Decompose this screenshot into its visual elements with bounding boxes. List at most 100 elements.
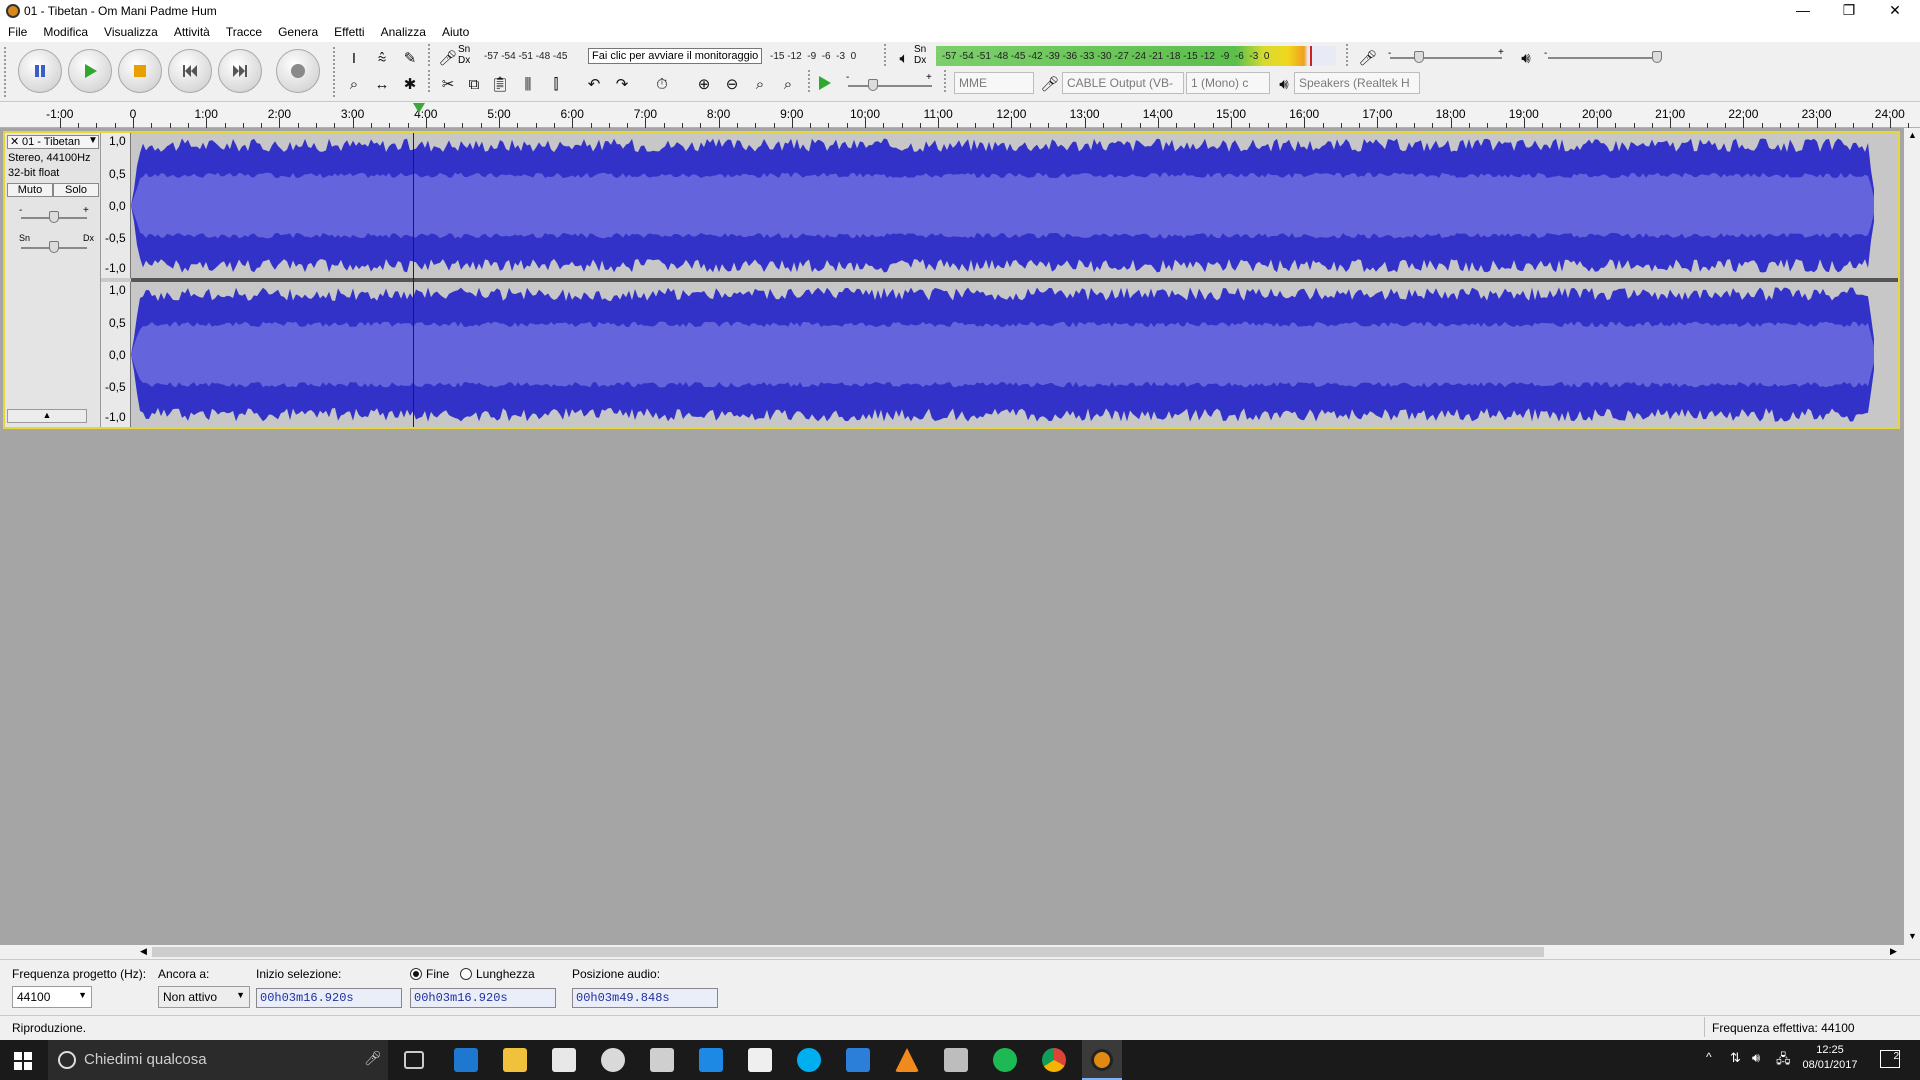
microphone-icon[interactable]: 🎤︎ [364,1050,382,1067]
file-explorer-icon[interactable] [503,1048,527,1072]
skip-end-button[interactable] [218,49,262,93]
spotify-icon[interactable] [993,1048,1017,1072]
selection-tool-icon[interactable]: I [342,46,366,70]
menu-analizza[interactable]: Analizza [373,22,434,42]
audio-position-time[interactable]: 00h03m49.848s [572,988,718,1008]
collapse-track-button[interactable]: ▲ [7,409,87,423]
microphone-icon[interactable]: 🎤︎ [436,46,460,70]
toolbar-grip[interactable] [884,44,890,66]
speed-slider-thumb[interactable] [868,79,878,91]
cortana-search-box[interactable]: Chiedimi qualcosa 🎤︎ [48,1040,388,1080]
track-name-bar[interactable]: ✕ 01 - Tibetan ▼ [7,135,99,149]
menu-tracce[interactable]: Tracce [218,22,270,42]
start-button[interactable] [14,1052,32,1073]
pause-button[interactable] [18,49,62,93]
dropbox-icon[interactable] [699,1048,723,1072]
toolbar-grip[interactable] [333,47,339,97]
toolbar-grip[interactable] [808,70,814,92]
draw-tool-icon[interactable]: ✎ [398,46,422,70]
close-window-button[interactable]: ✕ [1872,0,1918,22]
toolbar-grip[interactable] [944,70,950,92]
teamviewer-icon[interactable] [846,1048,870,1072]
skype-icon[interactable] [797,1048,821,1072]
solo-button[interactable]: Solo [53,183,99,197]
menu-attivita[interactable]: Attività [166,22,218,42]
speaker-meter-icon[interactable]: 🔈︎ [892,46,916,70]
action-center-icon[interactable]: 2 [1880,1050,1900,1068]
playhead-marker[interactable] [413,102,425,116]
store-icon[interactable] [552,1048,576,1072]
undo-icon[interactable]: ↶ [582,72,606,96]
vlc-icon[interactable] [895,1048,919,1072]
chrome-icon[interactable] [1042,1048,1066,1072]
minimize-button[interactable]: — [1780,0,1826,22]
track-name[interactable]: 01 - Tibetan [22,136,80,148]
restore-button[interactable]: ❐ [1826,0,1872,22]
task-view-icon[interactable] [404,1051,424,1069]
calculator-icon[interactable] [650,1048,674,1072]
menu-file[interactable]: File [0,22,35,42]
track-close-icon[interactable]: ✕ [10,135,19,148]
skip-start-button[interactable] [168,49,212,93]
gain-slider-thumb[interactable] [49,211,59,223]
zoom-out-icon[interactable]: ⊖ [720,72,744,96]
menu-visualizza[interactable]: Visualizza [96,22,166,42]
selection-end-time[interactable]: 00h03m16.920s [410,988,556,1008]
tray-network-icon[interactable]: 🖧︎ [1776,1050,1791,1072]
redo-icon[interactable]: ↷ [610,72,634,96]
scroll-right-icon[interactable]: ▶ [1890,946,1897,957]
copy-icon[interactable]: ⧉ [462,72,486,96]
recording-device-select[interactable]: CABLE Output (VB- [1062,72,1184,94]
silence-icon[interactable]: ⫿ [544,72,568,96]
pan-slider-thumb[interactable] [49,241,59,253]
mic-volume-thumb[interactable] [1414,51,1424,63]
multi-tool-icon[interactable]: ✱ [398,72,422,96]
envelope-tool-icon[interactable]: ⩯ [370,46,394,70]
toolbar-grip[interactable] [1346,44,1352,66]
stop-button[interactable] [118,49,162,93]
selection-start-time[interactable]: 00h03m16.920s [256,988,402,1008]
project-rate-select[interactable]: 44100 ▼ [12,986,92,1008]
end-radio[interactable] [410,968,422,980]
playback-device-select[interactable]: Speakers (Realtek H [1294,72,1420,94]
speaker-volume-thumb[interactable] [1652,51,1662,63]
waveform-left-channel[interactable] [131,133,1898,278]
scroll-left-icon[interactable]: ◀ [140,946,147,957]
sync-lock-icon[interactable]: ⏱︎ [650,72,674,96]
menu-aiuto[interactable]: Aiuto [434,22,477,42]
menu-genera[interactable]: Genera [270,22,326,42]
notepad-icon[interactable] [748,1048,772,1072]
speed-slider[interactable] [848,85,932,87]
snap-to-select[interactable]: Non attivo ▼ [158,986,250,1008]
paste-icon[interactable]: 📋︎ [488,72,512,96]
toolbar-grip[interactable] [4,47,10,97]
mic-volume-slider[interactable] [1390,57,1502,59]
menu-effetti[interactable]: Effetti [326,22,372,42]
timeshift-tool-icon[interactable]: ↔ [370,72,394,96]
cut-icon[interactable]: ✂ [436,72,460,96]
scrollbar-thumb[interactable] [152,947,1544,957]
scroll-up-icon[interactable]: ▲ [1908,130,1917,140]
track-menu-chevron-down-icon[interactable]: ▼ [88,135,98,146]
scroll-down-icon[interactable]: ▼ [1908,931,1917,941]
length-option-label[interactable]: Lunghezza [476,967,535,981]
speaker-app-icon[interactable] [944,1048,968,1072]
timeline-ruler[interactable]: -1:00 0 1:00 2:00 3:00 4:00 5:00 6:00 7:00 8:00 9:… [0,102,1920,128]
waveform-right-channel[interactable] [131,282,1898,427]
length-radio[interactable] [460,968,472,980]
audacity-taskbar-button[interactable] [1082,1040,1122,1080]
trim-icon[interactable]: ⫼ [516,72,540,96]
toolbar-grip[interactable] [428,44,434,66]
webcam-app-icon[interactable] [601,1048,625,1072]
record-button[interactable] [276,49,320,93]
zoom-in-icon[interactable]: ⊕ [692,72,716,96]
fit-selection-icon[interactable]: ⌕ [748,72,772,96]
zoom-tool-icon[interactable]: ⌕ [342,72,366,96]
menu-modifica[interactable]: Modifica [35,22,96,42]
recording-channels-select[interactable]: 1 (Mono) c [1186,72,1270,94]
playback-meter[interactable]: -57 -54 -51 -48 -45 -42 -39 -36 -33 -30 … [936,46,1336,66]
end-option-label[interactable]: Fine [426,967,449,981]
fit-project-icon[interactable]: ⌕ [776,72,800,96]
audio-host-select[interactable]: MME [954,72,1034,94]
speaker-volume-slider[interactable] [1548,57,1660,59]
